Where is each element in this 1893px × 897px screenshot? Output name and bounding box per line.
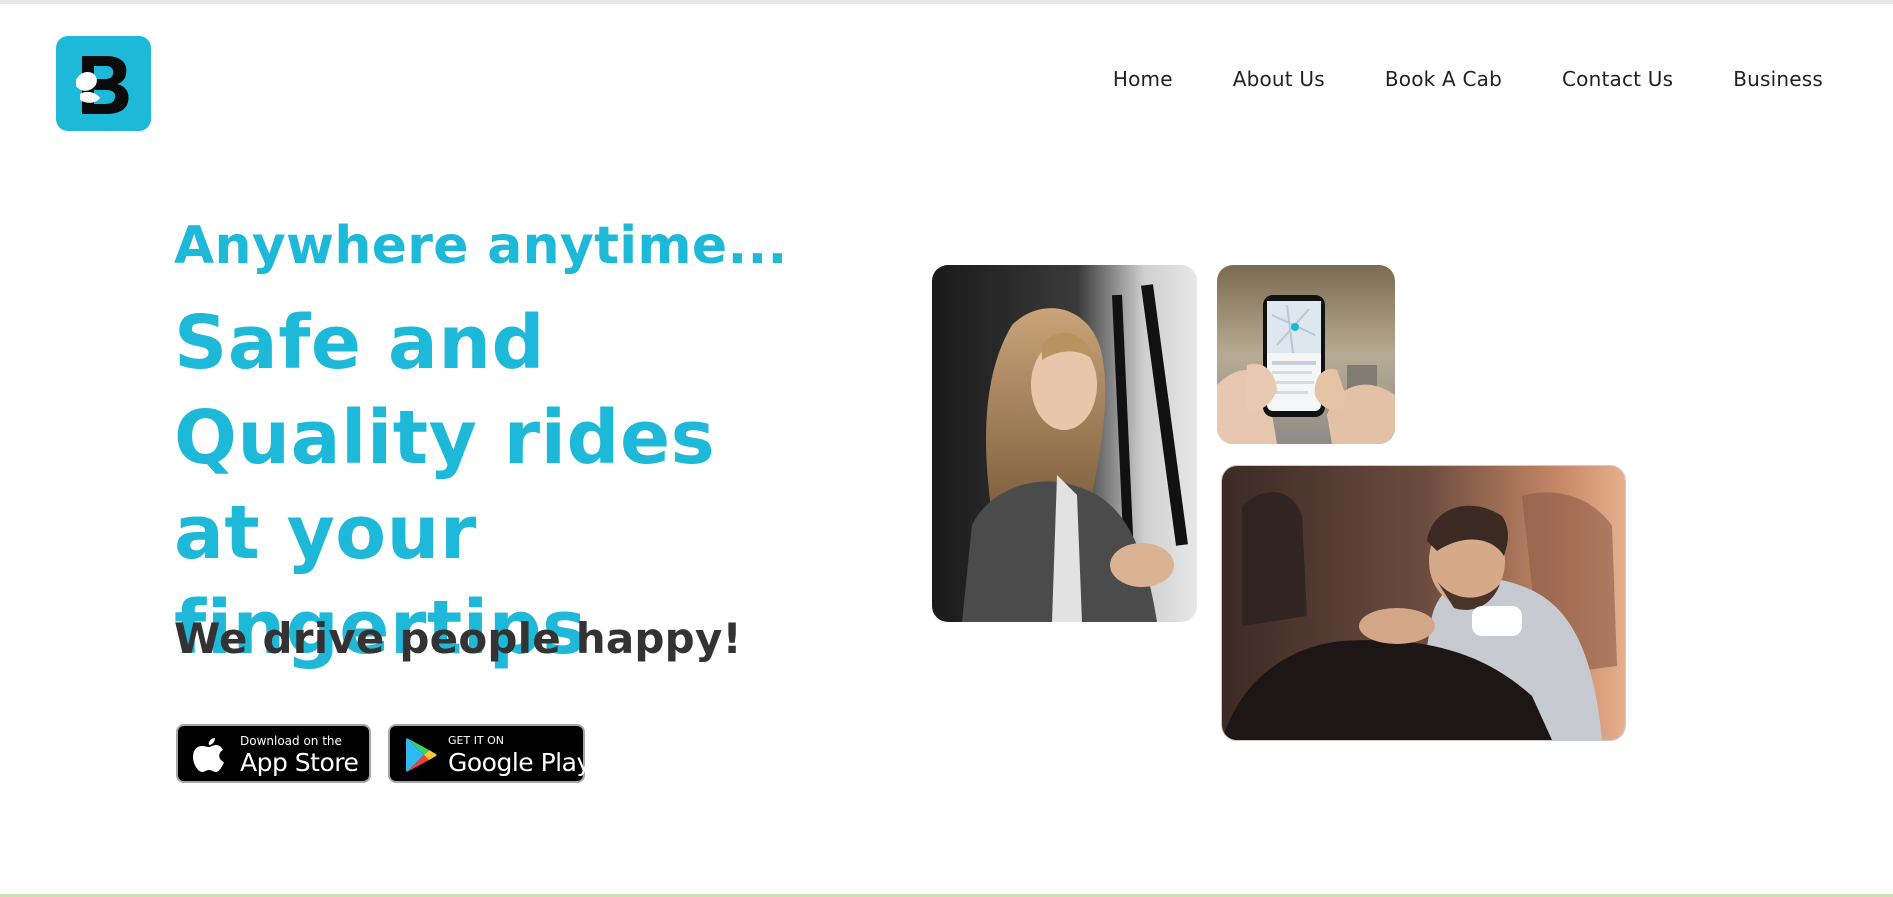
hero-tagline: Anywhere anytime...	[174, 216, 788, 276]
app-store-big-text: App Store	[240, 748, 359, 777]
woman-in-taxi-photo	[932, 265, 1197, 622]
google-play-small-text: GET IT ON	[448, 734, 505, 747]
brand-logo[interactable]	[56, 36, 151, 131]
nav-business[interactable]: Business	[1733, 66, 1823, 92]
phone-map-app-photo	[1217, 265, 1395, 444]
smiling-driver-photo	[1221, 465, 1626, 741]
hero-subline: We drive people happy!	[174, 614, 742, 663]
apple-icon	[193, 738, 224, 772]
nav-book-a-cab[interactable]: Book A Cab	[1385, 66, 1502, 92]
b-letter-logo-icon	[76, 56, 129, 114]
google-play-big-text: Google Play	[448, 748, 591, 777]
main-nav: Home About Us Book A Cab Contact Us Busi…	[1053, 66, 1823, 92]
google-play-button[interactable]: GET IT ON Google Play	[388, 724, 591, 783]
nav-home[interactable]: Home	[1113, 66, 1173, 92]
top-border	[0, 0, 1893, 4]
nav-contact-us[interactable]: Contact Us	[1562, 66, 1673, 92]
google-play-icon	[406, 738, 437, 772]
app-store-button[interactable]: Download on the App Store	[176, 724, 371, 783]
nav-about-us[interactable]: About Us	[1233, 66, 1325, 92]
app-store-small-text: Download on the	[240, 734, 342, 748]
